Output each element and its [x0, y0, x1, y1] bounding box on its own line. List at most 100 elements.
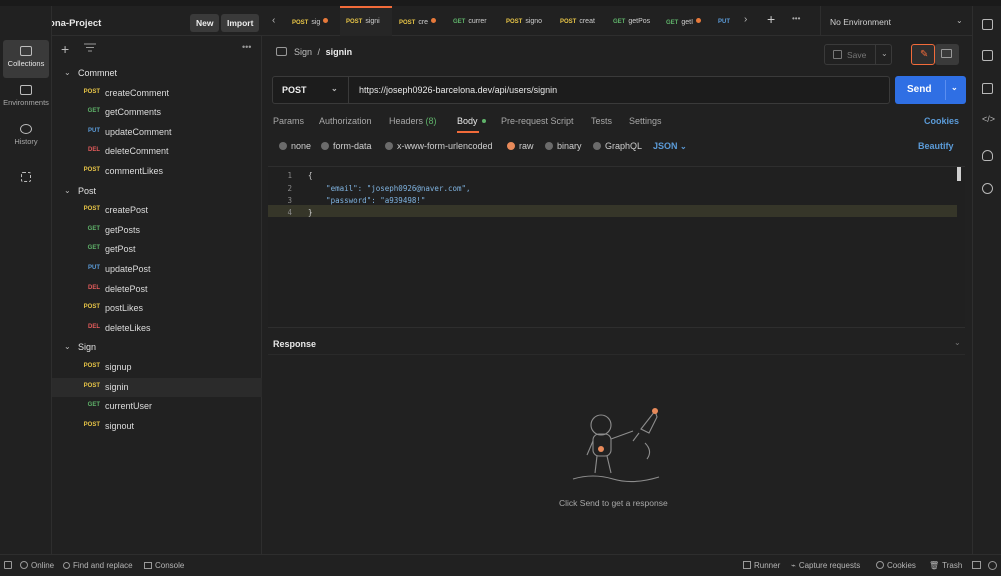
request-item[interactable]: DEL deletePost: [52, 280, 262, 300]
import-button[interactable]: Import: [221, 14, 260, 32]
radio-urlencoded[interactable]: x-www-form-urlencoded: [385, 141, 493, 151]
layout-icon[interactable]: [972, 561, 981, 569]
code-icon[interactable]: </>: [982, 114, 995, 124]
comments-icon[interactable]: [982, 83, 993, 94]
request-item[interactable]: PUT updateComment: [52, 123, 262, 143]
request-tab[interactable]: GET getPos: [607, 6, 659, 36]
response-empty-text: Click Send to get a response: [559, 498, 668, 508]
request-item[interactable]: PUT updatePost: [52, 260, 262, 280]
request-item[interactable]: DEL deleteLikes: [52, 319, 262, 339]
tab-tests[interactable]: Tests: [591, 116, 612, 126]
request-item[interactable]: POST signout: [52, 417, 262, 437]
radio-label: form-data: [333, 141, 372, 151]
radio-graphql[interactable]: GraphQL: [593, 141, 642, 151]
url-input[interactable]: https://joseph0926-barcelona.dev/api/use…: [359, 85, 557, 95]
editor-scrollbar[interactable]: [957, 167, 961, 181]
request-item[interactable]: POST postLikes: [52, 299, 262, 319]
body-editor[interactable]: 1 2 3 4 { "email": "joseph0926@naver.com…: [268, 166, 965, 328]
tab-label: signi: [365, 18, 380, 25]
beautify-link[interactable]: Beautify: [918, 141, 954, 151]
tabs-left-chevron-icon[interactable]: ‹: [272, 15, 275, 26]
tab-headers[interactable]: Headers (8): [389, 116, 437, 126]
pencil-icon: ✎: [920, 49, 929, 60]
request-item[interactable]: GET getPost: [52, 240, 262, 260]
folder-item[interactable]: ⌄ Sign: [52, 338, 262, 358]
save-dropdown-chevron-icon[interactable]: ⌄: [881, 49, 888, 58]
rail-apps[interactable]: [0, 166, 52, 204]
tab-pre-request-script[interactable]: Pre-request Script: [501, 116, 574, 126]
request-item[interactable]: DEL deleteComment: [52, 142, 262, 162]
lightbulb-icon[interactable]: [982, 150, 993, 161]
rail-environments[interactable]: Environments: [0, 79, 52, 117]
folder-item[interactable]: ⌄ Commnet: [52, 64, 262, 84]
trash-button[interactable]: 🗑 Trash: [929, 561, 962, 570]
breadcrumb-request[interactable]: signin: [326, 47, 353, 57]
collections-icon: [20, 46, 32, 56]
cookies-button[interactable]: Cookies: [876, 561, 916, 570]
online-status[interactable]: Online: [20, 561, 54, 570]
edit-button[interactable]: ✎: [911, 44, 935, 65]
method-badge: POST: [83, 382, 100, 389]
send-dropdown-chevron-icon[interactable]: ⌄: [951, 83, 958, 92]
rail-history[interactable]: History: [0, 118, 52, 156]
request-tab[interactable]: POST signo: [500, 6, 552, 36]
info-icon[interactable]: [982, 183, 993, 194]
send-button[interactable]: Send ⌄: [895, 76, 966, 104]
environment-selector[interactable]: No Environment ⌄: [820, 6, 972, 36]
request-item[interactable]: GET getComments: [52, 103, 262, 123]
radio-raw[interactable]: raw: [507, 141, 534, 151]
filter-icon[interactable]: [84, 43, 96, 52]
radio-none[interactable]: none: [279, 141, 311, 151]
more-icon[interactable]: •••: [242, 42, 251, 52]
capture-requests-button[interactable]: ⌁ Capture requests: [791, 561, 860, 570]
request-item[interactable]: POST commentLikes: [52, 162, 262, 182]
new-button[interactable]: New: [190, 14, 220, 32]
save-button[interactable]: Save ⌄: [824, 44, 892, 65]
method-select[interactable]: POST ⌄: [273, 77, 349, 103]
settings-icon[interactable]: [982, 19, 993, 30]
folder-item[interactable]: ⌄ Post: [52, 182, 262, 202]
request-tab[interactable]: PUT: [712, 6, 740, 36]
request-tab[interactable]: GET currer: [447, 6, 499, 36]
sidebar-toggle-icon[interactable]: [4, 561, 12, 569]
breadcrumb-folder[interactable]: Sign: [294, 47, 312, 57]
request-item[interactable]: POST createComment: [52, 84, 262, 104]
request-tab[interactable]: POST creat: [554, 6, 606, 36]
find-replace-button[interactable]: Find and replace: [63, 561, 133, 570]
tab-authorization[interactable]: Authorization: [319, 116, 372, 126]
runner-button[interactable]: Runner: [743, 561, 780, 570]
tab-params[interactable]: Params: [273, 116, 304, 126]
comments-toggle-button[interactable]: [935, 44, 959, 65]
help-icon[interactable]: [988, 561, 997, 570]
request-name: createPost: [105, 205, 149, 216]
tab-label: getI: [681, 19, 694, 26]
radio-binary[interactable]: binary: [545, 141, 582, 151]
rail-collections[interactable]: Collections: [3, 40, 49, 78]
request-item[interactable]: POST createPost: [52, 201, 262, 221]
request-name: signup: [105, 362, 132, 372]
request-name: getComments: [105, 107, 162, 118]
request-item[interactable]: GET getPosts: [52, 221, 262, 241]
request-tab[interactable]: POST cre: [393, 6, 445, 36]
sidebar-toolbar: + •••: [52, 36, 262, 64]
environment-label: No Environment: [830, 17, 891, 27]
tabs-right-chevron-icon[interactable]: ›: [744, 14, 747, 25]
tabs-more-icon[interactable]: •••: [792, 14, 800, 23]
add-icon[interactable]: +: [61, 41, 69, 57]
request-item[interactable]: POST signup: [52, 358, 262, 378]
console-button[interactable]: Console: [144, 561, 184, 570]
request-item[interactable]: GET currentUser: [52, 397, 262, 417]
format-select[interactable]: JSON ⌄: [653, 141, 687, 151]
response-collapse-chevron-icon[interactable]: ⌄: [954, 338, 961, 347]
new-tab-icon[interactable]: +: [767, 11, 775, 27]
request-item[interactable]: POST signin: [52, 377, 262, 398]
radio-form-data[interactable]: form-data: [321, 141, 372, 151]
tab-settings[interactable]: Settings: [629, 116, 662, 126]
tab-method: POST: [346, 19, 363, 25]
tab-body[interactable]: Body: [457, 116, 486, 126]
request-tab[interactable]: GET getI: [660, 6, 712, 36]
request-tab[interactable]: POST signi: [340, 6, 392, 36]
cookies-link[interactable]: Cookies: [924, 116, 959, 126]
request-tab[interactable]: POST sig: [286, 6, 338, 36]
documentation-icon[interactable]: [982, 50, 993, 61]
